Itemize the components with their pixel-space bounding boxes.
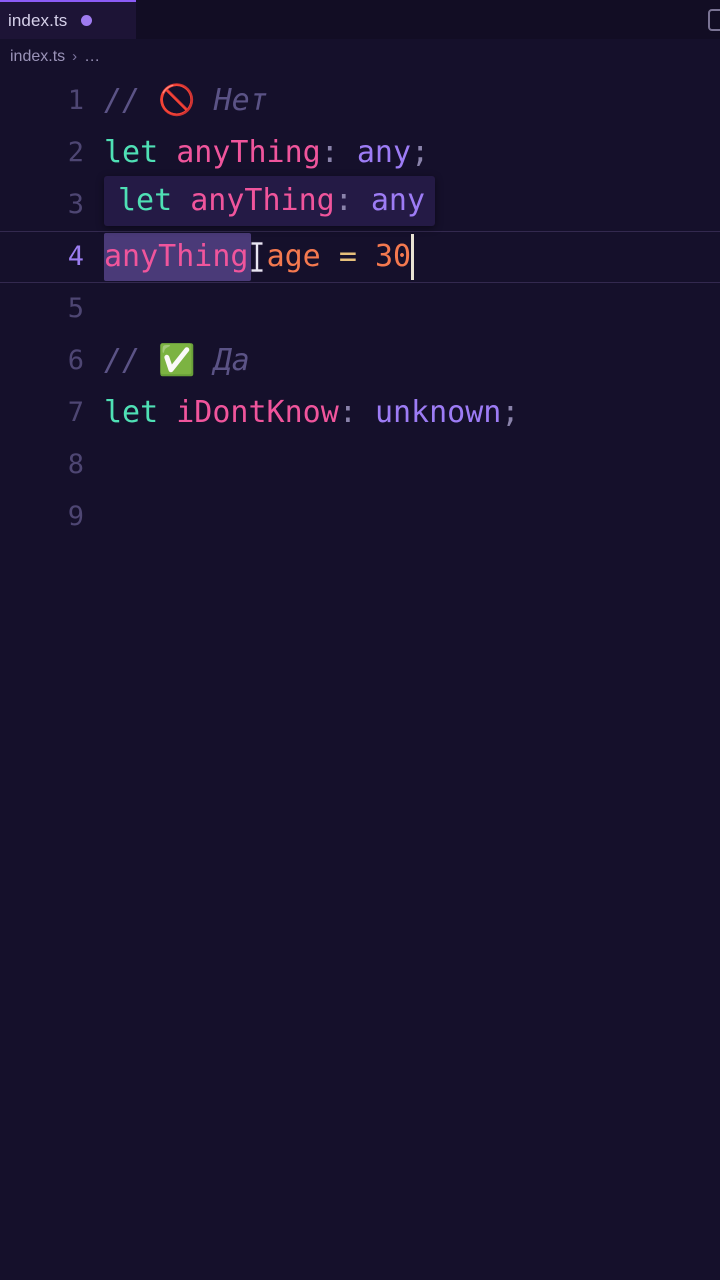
code-token: //: [104, 83, 159, 118]
line-number[interactable]: 2: [0, 127, 84, 179]
code-token: ;: [501, 395, 520, 430]
code-token: .: [248, 239, 267, 274]
code-line[interactable]: [104, 491, 720, 543]
editor-actions: [708, 0, 720, 39]
line-number[interactable]: 6: [0, 335, 84, 387]
modified-dot-icon[interactable]: [81, 15, 93, 26]
code-line[interactable]: [104, 439, 720, 491]
code-token: 30: [374, 239, 412, 274]
code-line[interactable]: let iDontKnow: unknown;: [104, 387, 720, 439]
code-token: //: [104, 343, 159, 378]
code-token: ✅: [158, 343, 196, 378]
tab-bar-empty-space: [136, 0, 720, 39]
line-number[interactable]: 4: [0, 231, 84, 283]
chevron-right-icon: ›: [72, 48, 78, 65]
breadcrumb-file[interactable]: index.ts: [10, 48, 65, 66]
line-number[interactable]: 8: [0, 439, 84, 491]
breadcrumb-ellipsis[interactable]: …: [84, 48, 101, 66]
code-token: :: [334, 183, 371, 218]
code-line[interactable]: anyThing.age = 30: [104, 231, 720, 283]
code-token: =: [338, 239, 357, 274]
code-line[interactable]: // 🚫 Нет: [104, 75, 720, 127]
code-editor[interactable]: 123456789 // 🚫 Нет let anyThing: any; anyT…: [0, 74, 720, 1280]
line-number[interactable]: 1: [0, 75, 84, 127]
code-token: :: [320, 135, 357, 170]
code-token: Нет: [195, 83, 268, 118]
line-number[interactable]: 5: [0, 283, 84, 335]
code-token: let: [104, 395, 177, 430]
code-token: ;: [411, 135, 430, 170]
code-token: :: [338, 395, 375, 430]
code-token: iDontKnow: [176, 395, 339, 430]
code-token: any: [356, 135, 412, 170]
tab-label: index.ts: [8, 10, 68, 30]
code-token: age: [266, 239, 321, 274]
code-line[interactable]: // ✅ Да: [104, 335, 720, 387]
line-number[interactable]: 3: [0, 179, 84, 231]
tab-index-ts[interactable]: index.ts: [0, 0, 136, 39]
code-token: let: [104, 135, 177, 170]
inline-suggestion-widget[interactable]: let anyThing: any: [104, 176, 436, 226]
code-token: unknown: [374, 395, 502, 430]
breadcrumb: index.ts › …: [0, 39, 720, 74]
code-line[interactable]: [104, 283, 720, 335]
code-token: anyThing: [104, 239, 249, 274]
code-token: anyThing: [190, 183, 335, 218]
code-token: any: [370, 183, 426, 218]
code-line[interactable]: let anyThing: any;: [104, 127, 720, 179]
vscode-window: index.ts index.ts › … 123456789 // 🚫 Нет…: [0, 0, 720, 1280]
code-token: let: [118, 183, 191, 218]
code-token: 🚫: [158, 83, 196, 118]
split-editor-icon[interactable]: [708, 8, 720, 31]
code-token: Да: [195, 343, 250, 378]
line-number[interactable]: 9: [0, 491, 84, 543]
editor-tab-bar: index.ts: [0, 0, 720, 39]
code-token: anyThing: [176, 135, 321, 170]
line-number[interactable]: 7: [0, 387, 84, 439]
